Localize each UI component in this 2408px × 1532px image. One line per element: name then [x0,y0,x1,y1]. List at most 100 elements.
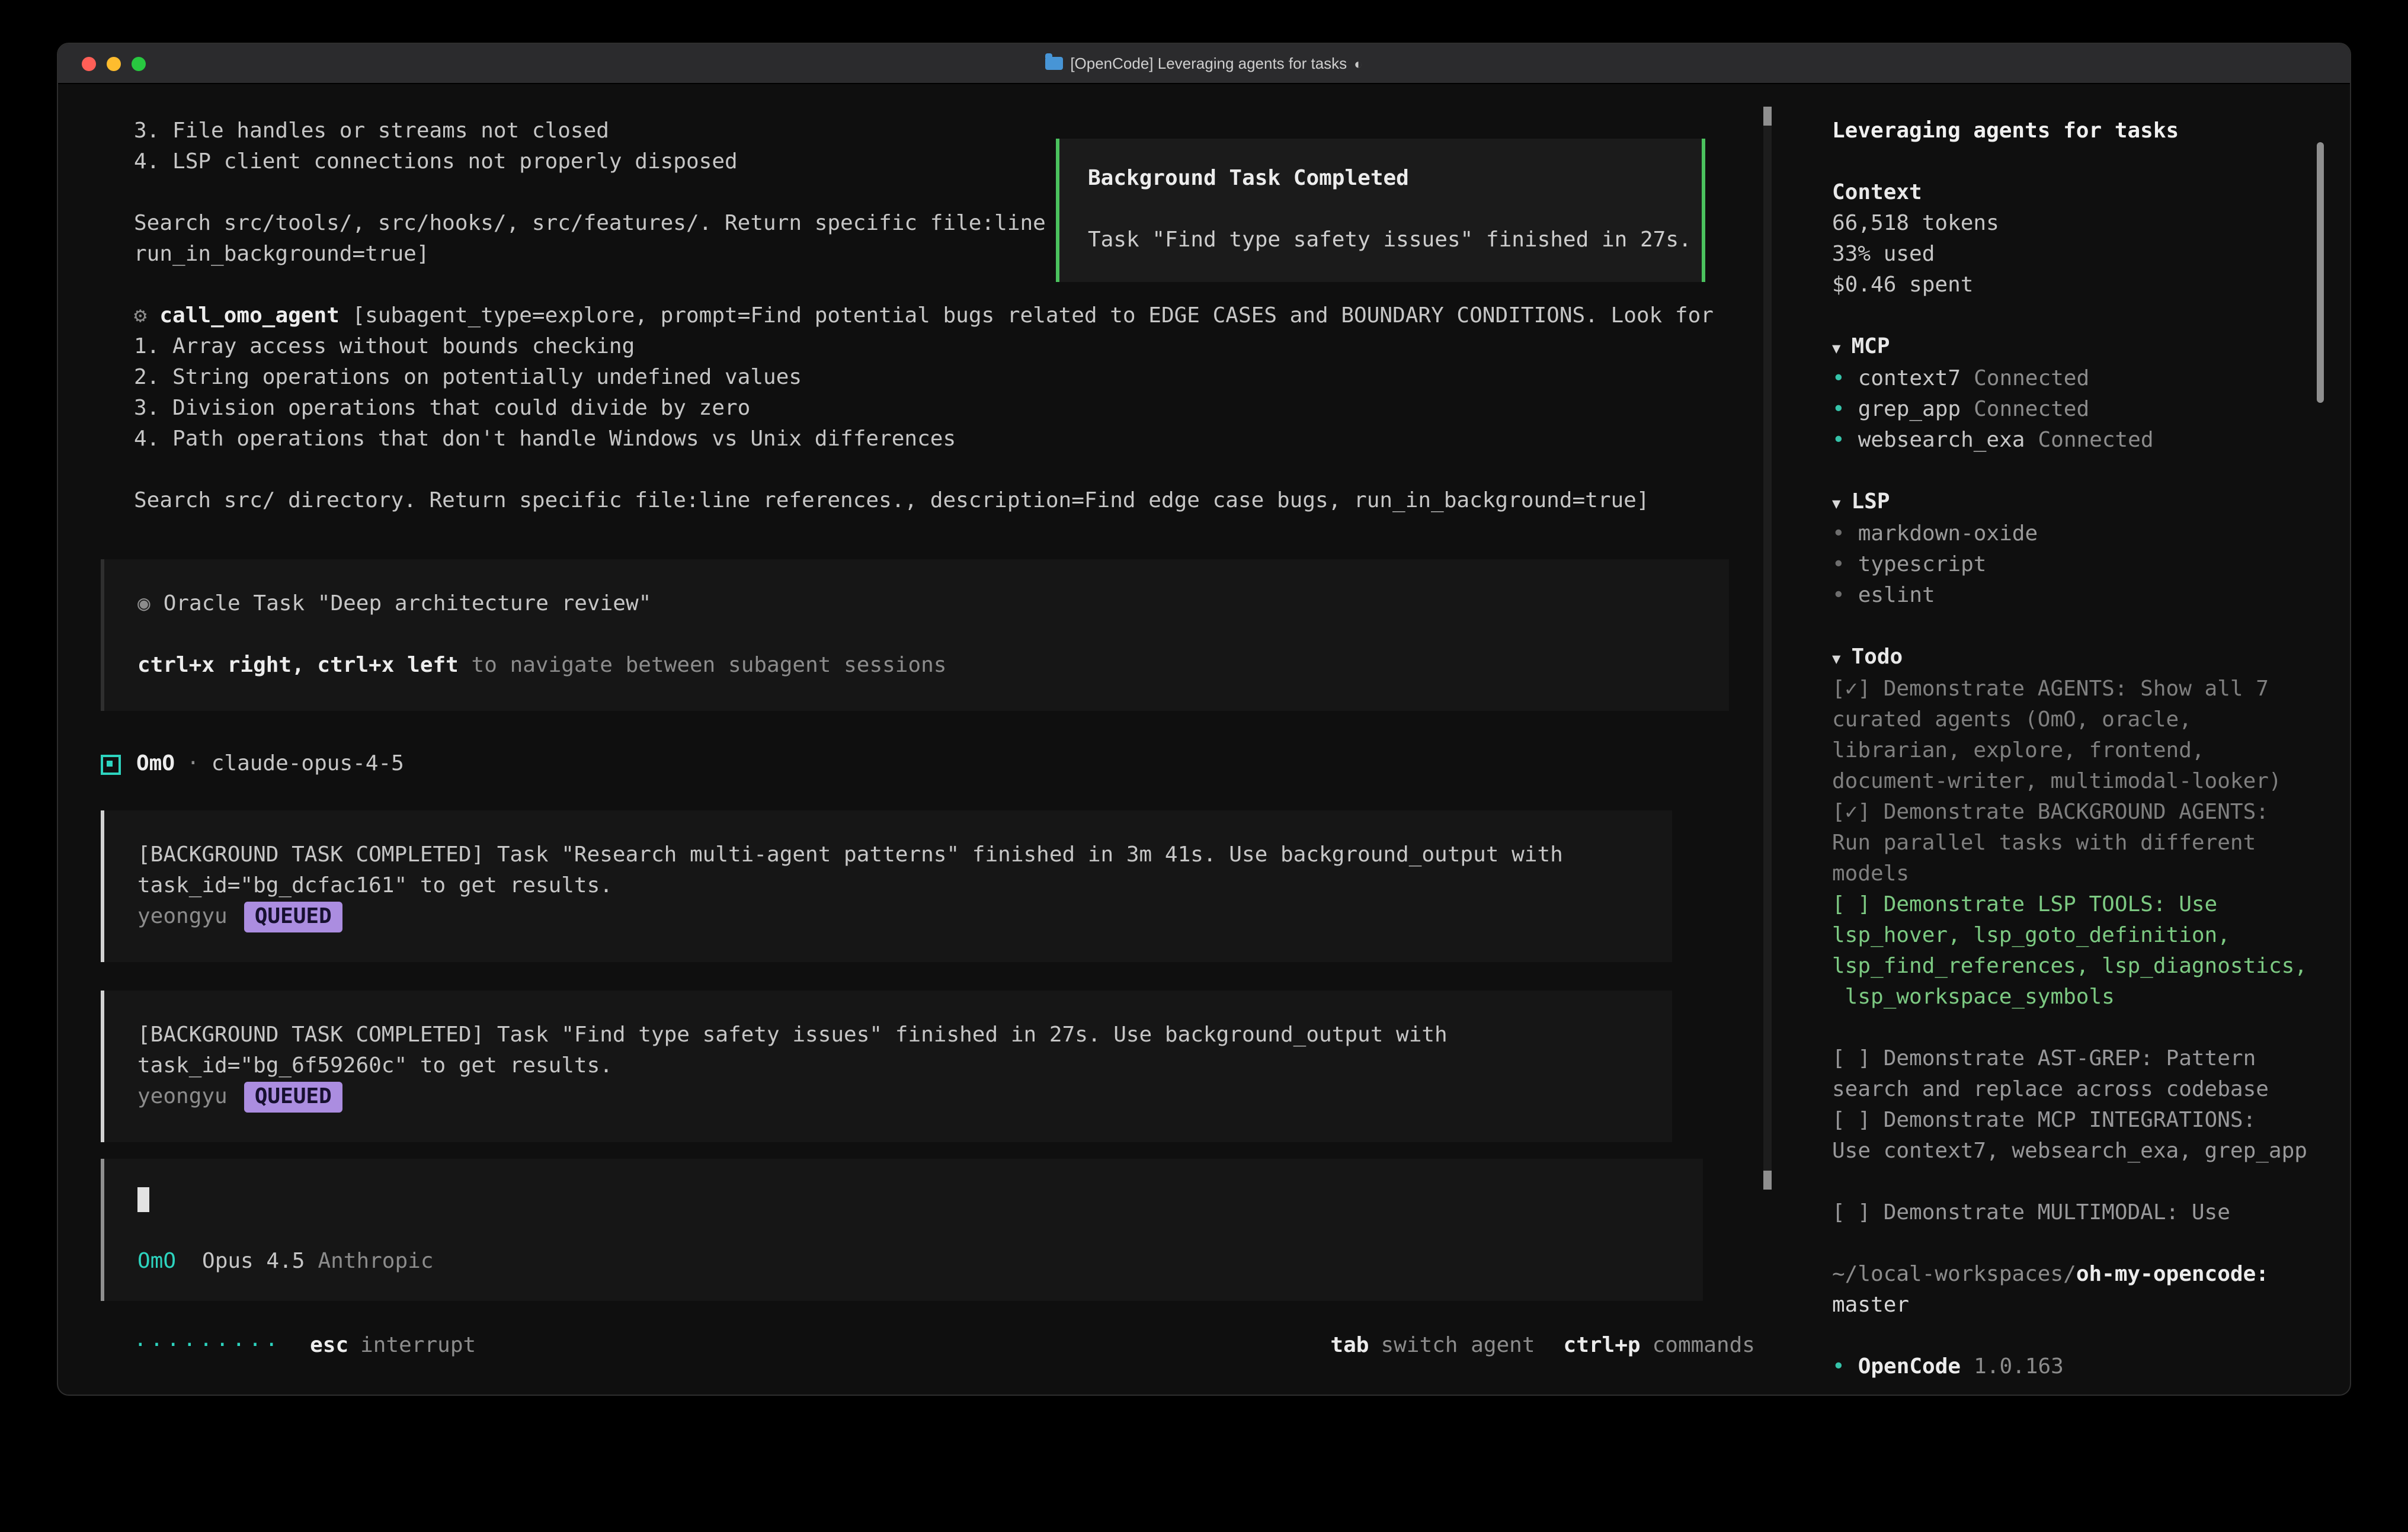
gear-icon: ⚙ [134,303,147,328]
task-message-meta: yeongyu QUEUED [137,902,1639,932]
terminal-line: 1. Array access without bounds checking [58,332,1826,363]
traffic-lights [82,44,146,83]
mcp-section-header[interactable]: ▼MCP [1832,332,2324,364]
terminal-line: 2. String operations on potentially unde… [58,363,1826,393]
status-left: ········· esc interrupt [134,1331,476,1361]
agent-session-header[interactable]: OmO · claude-opus-4-5 [101,749,1826,780]
text-cursor [137,1187,149,1212]
todo-item-line: curated agents (OmO, oracle, [1832,705,2324,736]
context-tokens: 66,518 tokens [1832,209,2324,239]
author-name: yeongyu [137,904,228,929]
spacer [1088,194,1678,225]
desktop: [OpenCode] Leveraging agents for tasks ◐… [0,0,2408,1532]
background-task-message: [BACKGROUND TASK COMPLETED] Task "Find t… [101,991,1672,1142]
ctrlp-key-hint: ctrl+p [1564,1333,1641,1358]
lsp-item: •eslint [1832,581,2324,611]
author-name: yeongyu [137,1084,228,1109]
context-used: 33% used [1832,239,2324,270]
task-message-line: [BACKGROUND TASK COMPLETED] Task "Resear… [137,840,1639,871]
fisheye-icon: ◉ [137,591,150,616]
provider-label: Anthropic [318,1249,433,1274]
esc-key-hint: esc [310,1333,348,1358]
status-bar: ········· esc interrupt tab switch agent ctr… [58,1331,1772,1361]
scrollbar-thumb[interactable] [1763,1171,1772,1190]
background-task-toast: Background Task Completed Task "Find typ… [1056,139,1705,282]
lsp-section-header[interactable]: ▼LSP [1832,487,2324,519]
active-agent-label: OmO [137,1249,176,1274]
chat-pane: 3. File handles or streams not closed 4.… [58,84,1826,1395]
bullet-icon: • [1832,397,1845,422]
agent-model: claude-opus-4-5 [212,749,404,780]
todo-item-line: Use context7, websearch_exa, grep_app [1832,1136,2324,1167]
sidebar: Leveraging agents for tasks Context 66,5… [1826,84,2350,1395]
status-badge: QUEUED [244,902,342,932]
bullet-icon: • [1832,428,1845,453]
active-model-label: Opus 4.5 [202,1249,305,1274]
terminal-line: Search src/ directory. Return specific f… [58,486,1826,517]
terminal-line: 4. Path operations that don't handle Win… [58,424,1826,455]
lsp-item: •markdown-oxide [1832,519,2324,550]
bullet-icon: • [1832,552,1845,577]
spacer [1832,1167,2324,1198]
tab-key-hint: tab [1330,1333,1369,1358]
task-message-line: task_id="bg_dcfac161" to get results. [137,871,1639,902]
mcp-item: •grep_appConnected [1832,395,2324,425]
folder-icon [1045,57,1063,70]
todo-item-line: [ ] Demonstrate MULTIMODAL: Use [1832,1198,2324,1229]
esc-key-label: interrupt [360,1333,476,1358]
collapse-triangle-icon: ▼ [1832,650,1840,667]
todo-section-header[interactable]: ▼Todo [1832,642,2324,674]
todo-item-line: lsp_hover, lsp_goto_definition, [1832,921,2324,951]
spinner-dots: ········· [134,1333,281,1358]
status-right: tab switch agent ctrl+p commands [1330,1331,1755,1361]
git-branch: master [1832,1290,2324,1321]
toast-title: Background Task Completed [1088,164,1678,194]
todo-item-line: lsp_workspace_symbols [1832,982,2324,1013]
todo-item-line: [ ] Demonstrate MCP INTEGRATIONS: [1832,1105,2324,1136]
tool-call-line: ⚙ call_omo_agent [subagent_type=explore,… [58,301,1826,332]
close-window-button[interactable] [82,56,96,70]
agent-name: OmO [136,749,175,780]
todo-item-line: lsp_find_references, lsp_diagnostics, [1832,951,2324,982]
window-title-text: [OpenCode] Leveraging agents for tasks [1070,55,1347,72]
ctrlp-key-label: commands [1653,1333,1755,1358]
spacer [137,620,1696,650]
window-titlebar[interactable]: [OpenCode] Leveraging agents for tasks ◐ [58,44,2350,84]
todo-item-line: Run parallel tasks with different [1832,828,2324,859]
todo-item-line: document-writer, multimodal-looker) [1832,767,2324,797]
terminal-line [58,455,1826,486]
subagent-navigation-hint: ctrl+x right, ctrl+x left to navigate be… [137,650,1696,681]
tab-key-label: switch agent [1381,1333,1535,1358]
task-message-line: [BACKGROUND TASK COMPLETED] Task "Find t… [137,1020,1639,1051]
chat-scrollbar[interactable] [1763,107,1772,1190]
input-line [137,1185,1670,1216]
toast-body: Task "Find type safety issues" finished … [1088,225,1678,256]
input-meta: OmO Opus 4.5 Anthropic [137,1246,1670,1277]
zoom-window-button[interactable] [132,56,146,70]
collapse-triangle-icon: ▼ [1832,495,1840,512]
todo-item-line: [✓] Demonstrate BACKGROUND AGENTS: [1832,797,2324,828]
terminal-line: 3. Division operations that could divide… [58,393,1826,424]
context-heading: Context [1832,178,2324,209]
terminal-window: [OpenCode] Leveraging agents for tasks ◐… [57,43,2351,1396]
oracle-task-block[interactable]: ◉Oracle Task "Deep architecture review" … [101,559,1729,711]
todo-item-line: search and replace across codebase [1832,1075,2324,1105]
bullet-icon: • [1832,1354,1845,1379]
scrollbar-thumb[interactable] [1763,107,1772,126]
todo-item-line: [ ] Demonstrate AST-GREP: Pattern [1832,1044,2324,1075]
spacer [137,1216,1670,1246]
app-version: 1.0.163 [1974,1354,2064,1379]
todo-item-line: [ ] Demonstrate LSP TOOLS: Use [1832,890,2324,921]
todo-item-line: [✓] Demonstrate AGENTS: Show all 7 [1832,674,2324,705]
minimize-window-button[interactable] [107,56,121,70]
bullet-icon: • [1832,583,1845,608]
todo-item-line: librarian, explore, frontend, [1832,736,2324,767]
status-badge: QUEUED [244,1082,342,1113]
task-message-line: task_id="bg_6f59260c" to get results. [137,1051,1639,1082]
lsp-item: •typescript [1832,550,2324,581]
agent-checkbox-icon [101,754,121,774]
mcp-item: •context7Connected [1832,364,2324,395]
prompt-input[interactable]: OmO Opus 4.5 Anthropic [101,1159,1703,1301]
app-name: OpenCode [1858,1354,1961,1379]
sidebar-scrollbar[interactable] [2317,142,2324,403]
